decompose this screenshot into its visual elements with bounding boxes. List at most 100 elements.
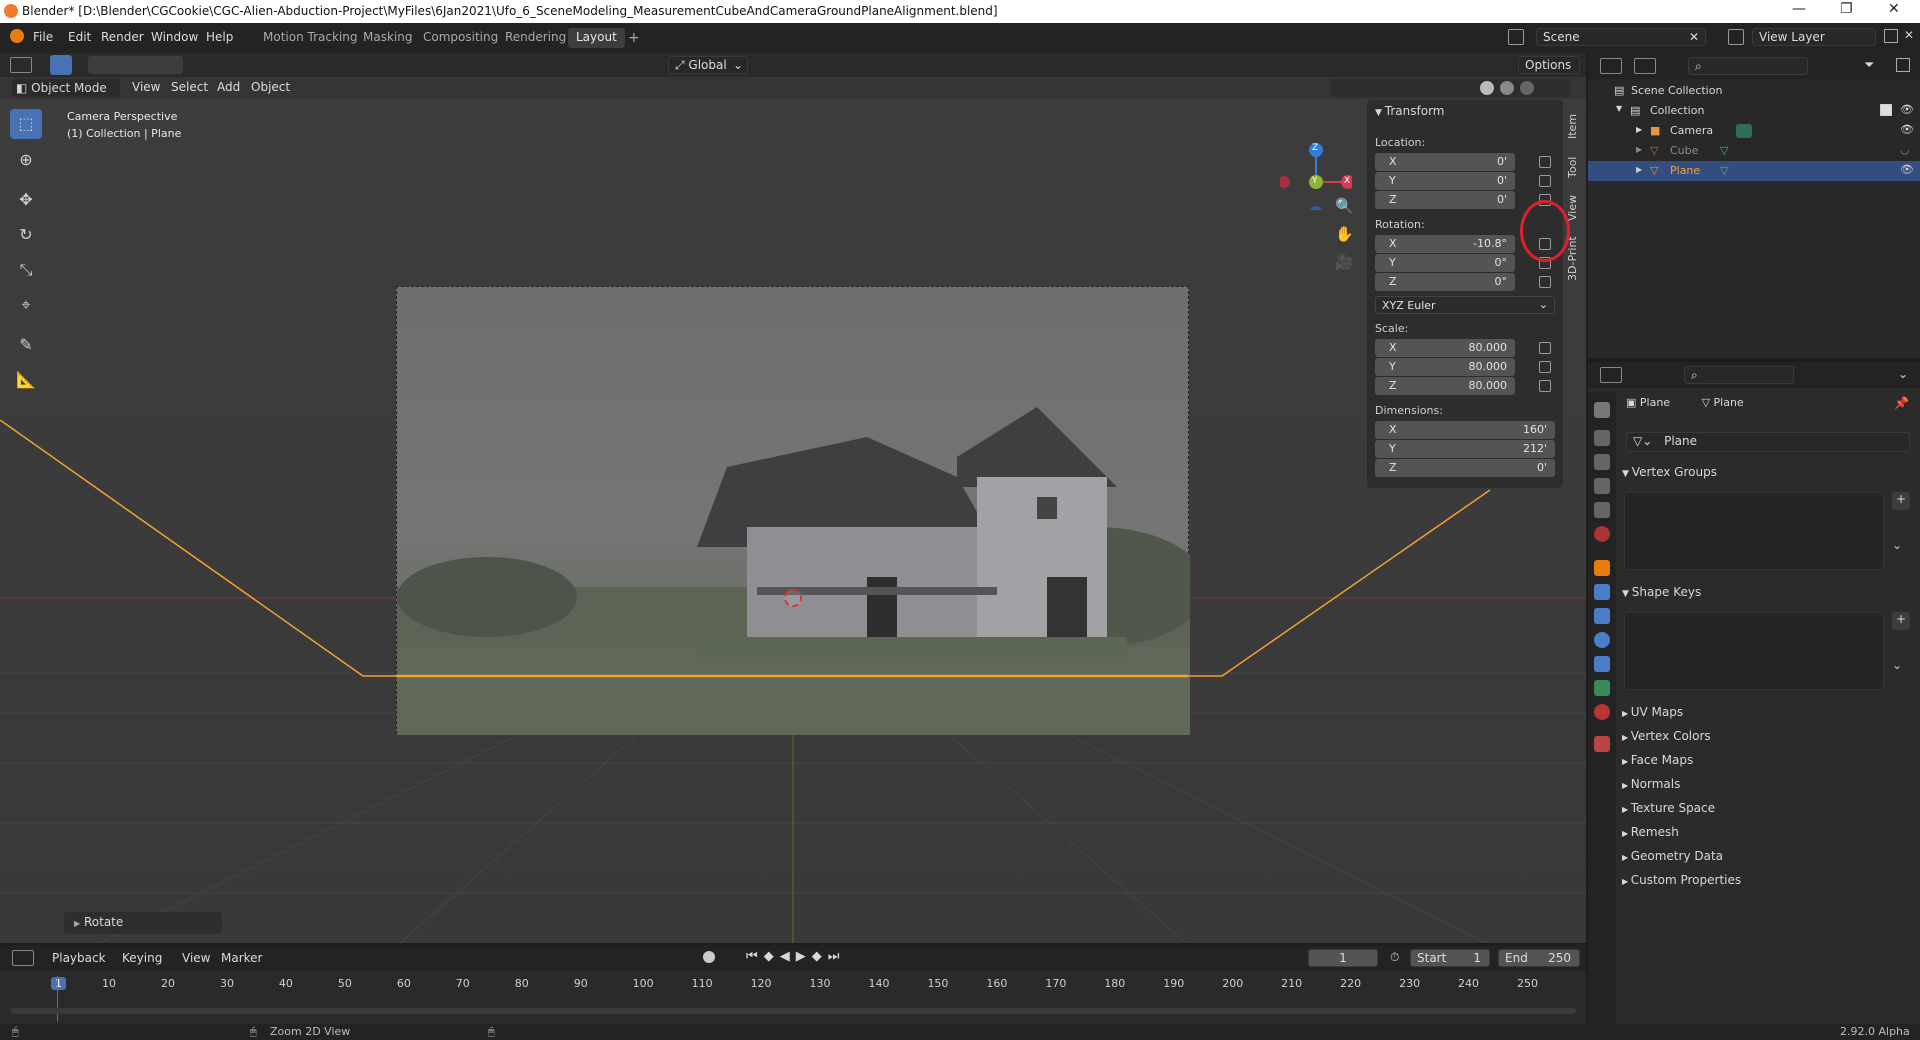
- add-workspace-button[interactable]: +: [620, 28, 648, 48]
- editor-type-icon[interactable]: [10, 57, 32, 73]
- play-icon[interactable]: ▶: [796, 949, 806, 964]
- outliner-row-scene-collection[interactable]: ▤ Scene Collection: [1588, 81, 1920, 101]
- mesh-data-icon[interactable]: ▽: [1720, 164, 1728, 177]
- menu-help[interactable]: Help: [206, 30, 233, 44]
- lock-location-x-icon[interactable]: [1539, 156, 1551, 168]
- expand-arrow-icon[interactable]: ▶: [1636, 125, 1642, 134]
- menu-window[interactable]: Window: [151, 30, 198, 44]
- annotate-tool-icon[interactable]: ✎: [10, 330, 42, 360]
- rotation-mode-dropdown[interactable]: XYZ Euler ⌄: [1375, 296, 1555, 314]
- vertex-groups-list[interactable]: [1624, 492, 1884, 570]
- current-frame-field[interactable]: 1: [1308, 949, 1378, 967]
- transform-orientation-dropdown[interactable]: ⤢ Global ⌄: [668, 56, 748, 74]
- modifier-tab-icon[interactable]: [1594, 584, 1610, 600]
- shading-controls[interactable]: [1330, 79, 1570, 97]
- add-shape-key-button[interactable]: +: [1892, 612, 1910, 630]
- expand-arrow-icon[interactable]: ▶: [1636, 165, 1642, 174]
- outliner-row-cube[interactable]: ▶ ▽ Cube ▽ ◡: [1588, 141, 1920, 161]
- lock-rotation-z-icon[interactable]: [1539, 276, 1551, 288]
- blender-menu-icon[interactable]: [10, 29, 24, 43]
- location-x-field[interactable]: X 0': [1375, 153, 1515, 171]
- mesh-data-tab-icon[interactable]: [1594, 680, 1610, 696]
- menu-render[interactable]: Render: [101, 30, 144, 44]
- 3d-viewport[interactable]: Camera Perspective (1) Collection | Plan…: [0, 53, 1586, 943]
- viewport-menu-select[interactable]: Select: [171, 80, 208, 94]
- outliner-search-input[interactable]: ⌕: [1688, 57, 1808, 75]
- expand-arrow-icon[interactable]: ▼: [1616, 104, 1622, 113]
- close-button[interactable]: ✕: [1888, 1, 1900, 17]
- options-dropdown[interactable]: Options: [1518, 56, 1580, 74]
- material-shading-icon[interactable]: [1500, 81, 1514, 95]
- maximize-button[interactable]: ❐: [1840, 1, 1853, 17]
- properties-editor-type-icon[interactable]: [1600, 367, 1622, 383]
- end-frame-field[interactable]: End 250: [1498, 949, 1580, 967]
- mesh-data-icon[interactable]: ▽: [1720, 144, 1728, 157]
- properties-search-input[interactable]: ⌕: [1684, 366, 1794, 384]
- select-tool-icon[interactable]: [50, 55, 72, 75]
- stopwatch-icon[interactable]: ⏱: [1390, 950, 1399, 965]
- uv-maps-section[interactable]: ▶ UV Maps: [1622, 705, 1683, 719]
- object-mode-dropdown[interactable]: ◧ Object Mode: [12, 79, 120, 97]
- scale-y-field[interactable]: Y 80.000: [1375, 358, 1515, 376]
- output-tab-icon[interactable]: [1594, 454, 1610, 470]
- clear-scene-icon[interactable]: ✕: [1689, 30, 1699, 44]
- viewport-menu-add[interactable]: Add: [217, 80, 240, 94]
- eye-icon[interactable]: 👁: [1900, 103, 1914, 116]
- solid-shading-icon[interactable]: [1480, 81, 1494, 95]
- tab-rendering[interactable]: Rendering: [497, 28, 574, 48]
- location-z-field[interactable]: Z 0': [1375, 191, 1515, 209]
- next-keyframe-icon[interactable]: ◆: [812, 949, 822, 964]
- timeline-menu-playback[interactable]: Playback: [52, 951, 106, 965]
- play-reverse-icon[interactable]: ◀: [780, 949, 790, 964]
- geometry-data-section[interactable]: ▶ Geometry Data: [1622, 849, 1723, 863]
- world-tab-icon[interactable]: [1594, 526, 1610, 542]
- jump-start-icon[interactable]: ⏮: [746, 949, 758, 964]
- constraints-tab-icon[interactable]: [1594, 656, 1610, 672]
- tab-compositing[interactable]: Compositing: [415, 28, 506, 48]
- scale-z-field[interactable]: Z 80.000: [1375, 377, 1515, 395]
- view-layer-field[interactable]: View Layer: [1752, 28, 1876, 46]
- chevron-down-icon[interactable]: ⌄: [1898, 367, 1908, 381]
- lock-location-y-icon[interactable]: [1539, 175, 1551, 187]
- lock-scale-y-icon[interactable]: [1539, 361, 1551, 373]
- pan-hand-icon[interactable]: ✋: [1335, 225, 1354, 243]
- select-box-tool-icon[interactable]: ⬚: [10, 109, 42, 139]
- shape-keys-header[interactable]: ▼ Shape Keys: [1622, 585, 1701, 599]
- rendered-shading-icon[interactable]: [1520, 81, 1534, 95]
- material-tab-icon[interactable]: [1594, 704, 1610, 720]
- remove-view-layer-icon[interactable]: ✕: [1904, 28, 1914, 42]
- npanel-tab-item[interactable]: Item: [1566, 110, 1584, 142]
- npanel-tab-3d-print[interactable]: 3D-Print: [1566, 234, 1584, 284]
- scale-x-field[interactable]: X 80.000: [1375, 339, 1515, 357]
- timeline-editor-type-icon[interactable]: [12, 950, 34, 966]
- rotation-z-field[interactable]: Z 0°: [1375, 273, 1515, 291]
- minimize-button[interactable]: —: [1792, 1, 1806, 17]
- scene-tab-icon[interactable]: [1594, 502, 1610, 518]
- outliner-row-plane[interactable]: ▶ ▽ Plane ▽ 👁: [1588, 161, 1920, 181]
- cursor-tool-icon[interactable]: ⊕: [10, 145, 42, 175]
- npanel-tab-view[interactable]: View: [1566, 192, 1584, 224]
- rotation-y-field[interactable]: Y 0°: [1375, 254, 1515, 272]
- playhead[interactable]: [57, 976, 58, 1022]
- measure-tool-icon[interactable]: 📐: [10, 365, 42, 395]
- dimensions-x-field[interactable]: X 160': [1375, 421, 1555, 439]
- record-icon[interactable]: [703, 951, 715, 963]
- timeline-menu-keying[interactable]: Keying: [122, 951, 162, 965]
- lock-scale-x-icon[interactable]: [1539, 342, 1551, 354]
- tool-tab-icon[interactable]: [1594, 402, 1610, 418]
- timeline-menu-view[interactable]: View: [182, 951, 210, 965]
- normals-section[interactable]: ▶ Normals: [1622, 777, 1680, 791]
- camera-data-icon[interactable]: [1736, 124, 1752, 138]
- chevron-down-icon[interactable]: ⌄: [1892, 658, 1902, 672]
- eye-icon[interactable]: 👁: [1900, 163, 1914, 176]
- tab-layout[interactable]: Layout: [568, 28, 625, 48]
- timeline-menu-marker[interactable]: Marker: [221, 951, 262, 965]
- dimensions-z-field[interactable]: Z 0': [1375, 459, 1555, 477]
- view-layer-icon[interactable]: [1728, 29, 1744, 45]
- snapping-controls[interactable]: [756, 56, 896, 74]
- zoom-icon[interactable]: 🔍: [1335, 197, 1354, 215]
- move-tool-icon[interactable]: ✥: [10, 185, 42, 215]
- rotate-tool-icon[interactable]: ↻: [10, 220, 42, 250]
- tab-motion-tracking[interactable]: Motion Tracking: [255, 28, 365, 48]
- exclude-checkbox[interactable]: [1880, 104, 1892, 116]
